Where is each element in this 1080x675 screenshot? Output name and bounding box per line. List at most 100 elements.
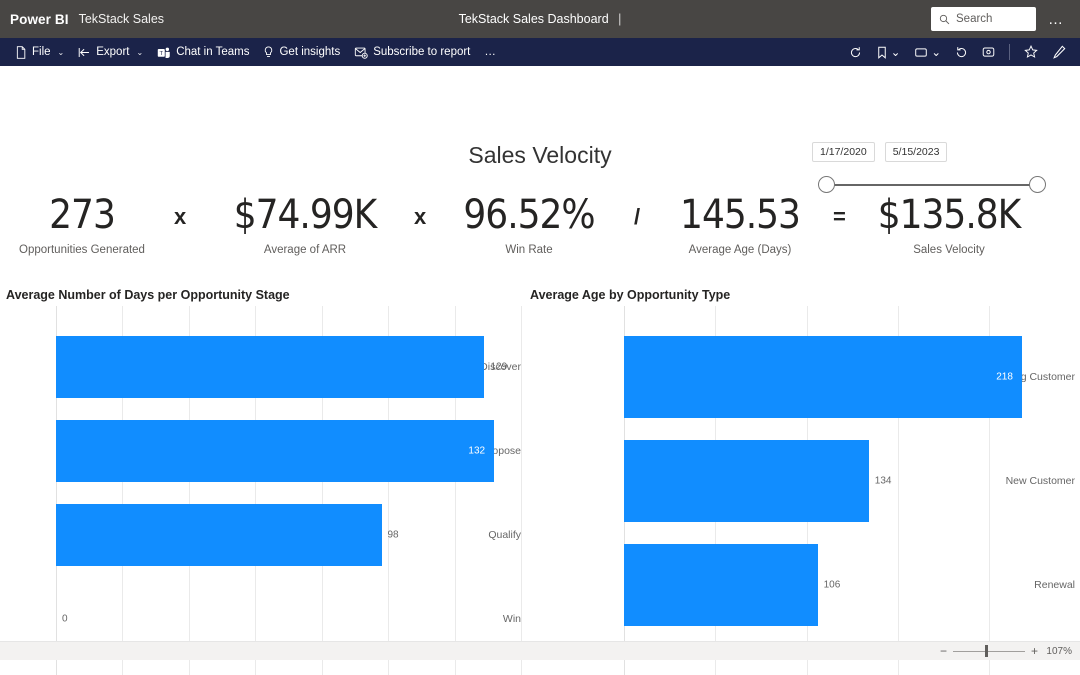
- zoom-level-label: 107%: [1046, 645, 1072, 657]
- category-label: Renewal: [1034, 579, 1075, 591]
- slicer-start-date-input[interactable]: 1/17/2020: [812, 142, 875, 162]
- edit-button[interactable]: [1046, 42, 1072, 62]
- toolbar-subscribe-button[interactable]: Subscribe to report: [347, 43, 477, 62]
- chart-average-age-by-type[interactable]: Average Age by Opportunity Type Existing…: [530, 288, 1075, 675]
- kpi-average-of-arr[interactable]: $74.99K Average of ARR: [205, 192, 405, 256]
- chart-title: Average Number of Days per Opportunity S…: [6, 288, 290, 302]
- comment-icon: [982, 47, 995, 57]
- app-bar-right: Search …: [931, 7, 1070, 31]
- zoom-in-button[interactable]: +: [1031, 645, 1038, 657]
- bar-value-label: 98: [387, 529, 399, 541]
- toolbar-subscribe-label: Subscribe to report: [373, 46, 471, 58]
- kpi-operator-3: /: [634, 204, 641, 229]
- bar-row[interactable]: Qualify 98: [6, 504, 521, 566]
- view-icon: [915, 47, 928, 57]
- bar-value-label: 134: [874, 475, 892, 487]
- kpi-operator-2: x: [414, 204, 427, 229]
- lightbulb-icon: [265, 46, 273, 57]
- kpi-strip: 273 Opportunities Generated x $74.99K Av…: [0, 192, 1080, 274]
- bar-row[interactable]: Discover 129: [6, 336, 521, 398]
- zoom-slider-thumb[interactable]: [984, 645, 988, 657]
- zoom-slider[interactable]: [952, 645, 1025, 657]
- bar[interactable]: [624, 544, 818, 626]
- app-bar: Power BI TekStack Sales TekStack Sales D…: [0, 0, 1080, 38]
- kpi-value: $74.99K: [233, 192, 377, 238]
- bar-row[interactable]: Renewal 106: [530, 544, 1075, 626]
- bookmark-button[interactable]: ⌄: [870, 42, 907, 62]
- bar[interactable]: [624, 336, 1023, 418]
- zoom-slider-track: [952, 650, 1025, 652]
- toolbar-chat-label: Chat in Teams: [176, 46, 250, 58]
- kpi-label: Sales Velocity: [913, 244, 985, 256]
- kpi-value: 145.53: [680, 192, 801, 238]
- workspace-name[interactable]: TekStack Sales: [79, 12, 164, 26]
- bar-row[interactable]: Existing Customer 218: [530, 336, 1075, 418]
- chevron-down-icon: ⌄: [57, 47, 65, 57]
- powerbi-brand[interactable]: Power BI: [10, 12, 69, 27]
- zoom-out-button[interactable]: −: [940, 645, 947, 657]
- slicer-end-date-input[interactable]: 5/15/2023: [884, 142, 948, 162]
- bar-value-label: 0: [62, 613, 68, 625]
- bar-row[interactable]: New Customer 134: [530, 440, 1075, 522]
- teams-icon: T: [157, 47, 170, 58]
- title-caret: |: [618, 12, 622, 26]
- bar-value-label: 106: [823, 579, 841, 591]
- toolbar-export-button[interactable]: Export ⌄: [71, 43, 150, 62]
- toolbar-file-label: File: [32, 46, 51, 58]
- chart-title: Average Age by Opportunity Type: [530, 288, 731, 302]
- refresh-icon: [956, 46, 967, 57]
- file-icon: [16, 45, 26, 59]
- kpi-value: 96.52%: [463, 192, 595, 238]
- toolbar-divider: [1009, 44, 1010, 60]
- slicer-handle-right[interactable]: [1029, 176, 1046, 193]
- chevron-down-icon: ⌄: [136, 47, 144, 57]
- toolbar-right-group: ⌄ ⌄: [843, 42, 1072, 62]
- toolbar-get-insights-button[interactable]: Get insights: [256, 43, 347, 62]
- kpi-label: Average Age (Days): [688, 244, 792, 256]
- toolbar-overflow-label: …: [484, 46, 498, 58]
- kpi-sales-velocity[interactable]: $135.8K Sales Velocity: [858, 192, 1040, 256]
- slicer-handle-left[interactable]: [818, 176, 835, 193]
- bar-value-label: 218: [996, 371, 1013, 383]
- bar-value-label: 129: [490, 361, 508, 373]
- bar[interactable]: [56, 336, 485, 398]
- reset-icon: [850, 46, 860, 57]
- bookmark-icon: [877, 46, 886, 59]
- kpi-value: 273: [49, 192, 116, 238]
- chart-average-days-per-stage[interactable]: Average Number of Days per Opportunity S…: [6, 288, 522, 675]
- refresh-button[interactable]: [949, 43, 974, 62]
- view-button[interactable]: ⌄: [908, 42, 947, 62]
- bar[interactable]: [624, 440, 869, 522]
- category-label: New Customer: [1005, 475, 1075, 487]
- report-toolbar: File ⌄ Export ⌄ T Chat in Teams Get insi…: [0, 38, 1080, 66]
- search-input[interactable]: Search: [931, 7, 1036, 31]
- chevron-down-icon: ⌄: [931, 47, 941, 59]
- toolbar-file-button[interactable]: File ⌄: [8, 43, 71, 62]
- kpi-operator-4: =: [833, 204, 846, 229]
- bar-row[interactable]: Propose 132: [6, 420, 521, 482]
- export-icon: [78, 47, 90, 57]
- edit-pencil-icon: [1053, 45, 1066, 59]
- gridline: [521, 306, 522, 675]
- toolbar-overflow-button[interactable]: …: [477, 43, 504, 61]
- bar[interactable]: [56, 504, 382, 566]
- search-placeholder-text: Search: [956, 13, 993, 25]
- kpi-opportunities-generated[interactable]: 273 Opportunities Generated: [0, 192, 164, 256]
- kpi-win-rate[interactable]: 96.52% Win Rate: [440, 192, 618, 256]
- slicer-line: [828, 184, 1036, 186]
- report-canvas: Sales Velocity 1/17/2020 5/15/2023 273 O…: [0, 66, 1080, 675]
- search-icon: [939, 14, 950, 24]
- chevron-down-icon: ⌄: [890, 47, 901, 59]
- kpi-average-age-days[interactable]: 145.53 Average Age (Days): [655, 192, 825, 256]
- app-bar-more-button[interactable]: …: [1042, 10, 1070, 29]
- svg-text:T: T: [160, 51, 164, 57]
- kpi-label: Average of ARR: [263, 244, 347, 256]
- comment-button[interactable]: [976, 43, 1001, 62]
- toolbar-chat-in-teams-button[interactable]: T Chat in Teams: [150, 43, 256, 62]
- reset-button[interactable]: [843, 43, 868, 62]
- date-range-slicer[interactable]: 1/17/2020 5/15/2023: [812, 142, 1052, 198]
- category-label: Win: [502, 613, 521, 625]
- bar[interactable]: [56, 420, 495, 482]
- category-label: Qualify: [488, 529, 521, 541]
- favorite-button[interactable]: [1018, 42, 1044, 62]
